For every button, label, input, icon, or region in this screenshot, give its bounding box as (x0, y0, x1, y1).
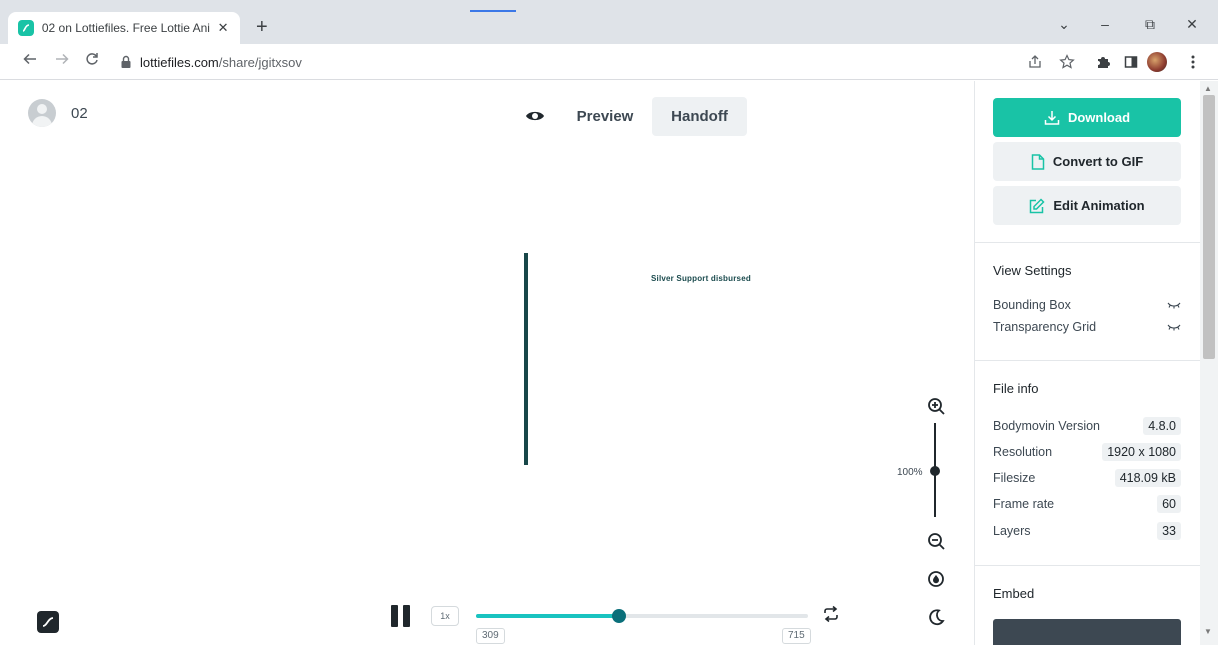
file-info-value: 60 (1157, 495, 1181, 513)
extensions-puzzle-icon[interactable] (1094, 53, 1112, 71)
panel-divider (975, 360, 1201, 361)
download-icon (1044, 110, 1060, 125)
maximize-button[interactable]: ⧉ (1140, 14, 1160, 34)
file-info-row: Resolution 1920 x 1080 (993, 442, 1181, 462)
file-info-value: 418.09 kB (1114, 469, 1181, 487)
file-icon (1031, 153, 1045, 170)
zoom-level: 100% (897, 467, 923, 478)
download-button[interactable]: Download (993, 98, 1181, 137)
seek-bar-progress (476, 614, 619, 618)
tab-title: 02 on Lottiefiles. Free Lottie Anim (41, 21, 211, 35)
scroll-down-arrow-icon[interactable]: ▼ (1204, 627, 1212, 636)
browser-menu-icon[interactable] (1184, 53, 1202, 71)
file-info-label: Bodymovin Version (993, 419, 1101, 433)
bounding-box-toggle[interactable]: Bounding Box (993, 295, 1181, 315)
view-settings-title: View Settings (993, 263, 1072, 278)
file-info-row: Frame rate 60 (993, 494, 1181, 514)
lock-icon (121, 55, 131, 68)
minimize-button[interactable]: – (1095, 14, 1115, 34)
share-icon[interactable] (1026, 53, 1044, 71)
convert-to-gif-label: Convert to GIF (1052, 154, 1144, 169)
transparency-grid-label: Transparency Grid (993, 320, 1097, 334)
reload-icon[interactable] (82, 52, 102, 72)
eye-closed-icon[interactable] (1167, 300, 1181, 310)
file-info-label: Filesize (993, 471, 1036, 485)
end-frame: 715 (782, 628, 811, 644)
animation-bar-shape (524, 253, 528, 465)
scroll-up-arrow-icon[interactable]: ▲ (1204, 84, 1212, 93)
browser-tab[interactable]: 02 on Lottiefiles. Free Lottie Anim ✕ (8, 12, 240, 44)
zoom-slider-handle[interactable] (930, 466, 940, 476)
forward-arrow-icon[interactable] (52, 52, 72, 72)
edit-pencil-icon (1030, 197, 1045, 213)
convert-to-gif-button[interactable]: Convert to GIF (993, 142, 1181, 181)
pause-button[interactable] (390, 605, 412, 627)
file-info-row: Layers 33 (993, 521, 1181, 541)
address-bar[interactable]: lottiefiles.com /share/jgitxsov (110, 49, 1110, 75)
eye-closed-icon[interactable] (1167, 322, 1181, 332)
user-avatar[interactable] (28, 99, 56, 127)
tab-preview[interactable]: Preview (565, 97, 645, 136)
url-host: lottiefiles.com (140, 54, 219, 70)
bounding-box-label: Bounding Box (993, 298, 1071, 312)
panel-divider (975, 565, 1201, 566)
lottiefiles-logo-icon[interactable] (37, 611, 59, 633)
seek-bar-handle[interactable] (611, 609, 626, 623)
file-info-label: Resolution (993, 445, 1053, 459)
speed-button[interactable]: 1x (431, 606, 459, 626)
side-panel-icon[interactable] (1122, 53, 1140, 71)
zoom-out-icon[interactable] (926, 531, 946, 551)
seek-bar[interactable] (476, 614, 808, 618)
window-close-button[interactable]: ✕ (1182, 14, 1202, 34)
profile-avatar[interactable] (1147, 52, 1167, 72)
file-info-value: 33 (1157, 522, 1181, 540)
lottie-viewer-page: 02 Preview Handoff Silver Support disbur… (0, 81, 1218, 645)
file-info-row: Filesize 418.09 kB (993, 468, 1181, 488)
file-info-label: Layers (993, 524, 1031, 538)
file-info-title: File info (993, 381, 1039, 396)
animation-text: Silver Support disbursed (651, 274, 751, 283)
edit-animation-button[interactable]: Edit Animation (993, 186, 1181, 225)
transparency-grid-toggle[interactable]: Transparency Grid (993, 317, 1181, 337)
tab-close-icon[interactable]: ✕ (216, 20, 230, 36)
animation-name: 02 (71, 105, 88, 122)
download-label: Download (1067, 110, 1131, 125)
bookmark-star-icon[interactable] (1058, 53, 1076, 71)
back-arrow-icon[interactable] (20, 52, 40, 72)
browser-tabstrip: 02 on Lottiefiles. Free Lottie Anim ✕ + … (0, 0, 1218, 44)
tab-handoff[interactable]: Handoff (652, 97, 747, 136)
edit-animation-label: Edit Animation (1053, 198, 1145, 213)
side-panel: Download Convert to GIF Edit Animation V… (974, 81, 1201, 645)
file-info-label: Frame rate (993, 497, 1055, 511)
page-scrollbar[interactable]: ▲ ▼ (1200, 81, 1218, 645)
dark-mode-moon-icon[interactable] (926, 607, 946, 627)
url-path: /share/jgitxsov (218, 54, 302, 70)
tab-search-icon[interactable]: ⌄ (1054, 14, 1074, 34)
background-color-drop-icon[interactable] (926, 569, 946, 589)
start-frame: 309 (476, 628, 505, 644)
scrollbar-thumb[interactable] (1203, 95, 1215, 359)
lottiefiles-favicon-icon (18, 20, 34, 36)
embed-title: Embed (993, 586, 1035, 601)
loading-indicator (470, 10, 516, 12)
loop-icon[interactable] (822, 605, 840, 623)
eye-icon[interactable] (525, 109, 545, 123)
panel-divider (975, 242, 1201, 243)
browser-toolbar: lottiefiles.com /share/jgitxsov (0, 44, 1218, 80)
embed-code-box[interactable] (993, 619, 1181, 645)
new-tab-button[interactable]: + (256, 16, 268, 38)
file-info-row: Bodymovin Version 4.8.0 (993, 416, 1181, 436)
file-info-value: 4.8.0 (1143, 417, 1181, 435)
file-info-value: 1920 x 1080 (1102, 443, 1181, 461)
zoom-in-icon[interactable] (926, 396, 946, 416)
